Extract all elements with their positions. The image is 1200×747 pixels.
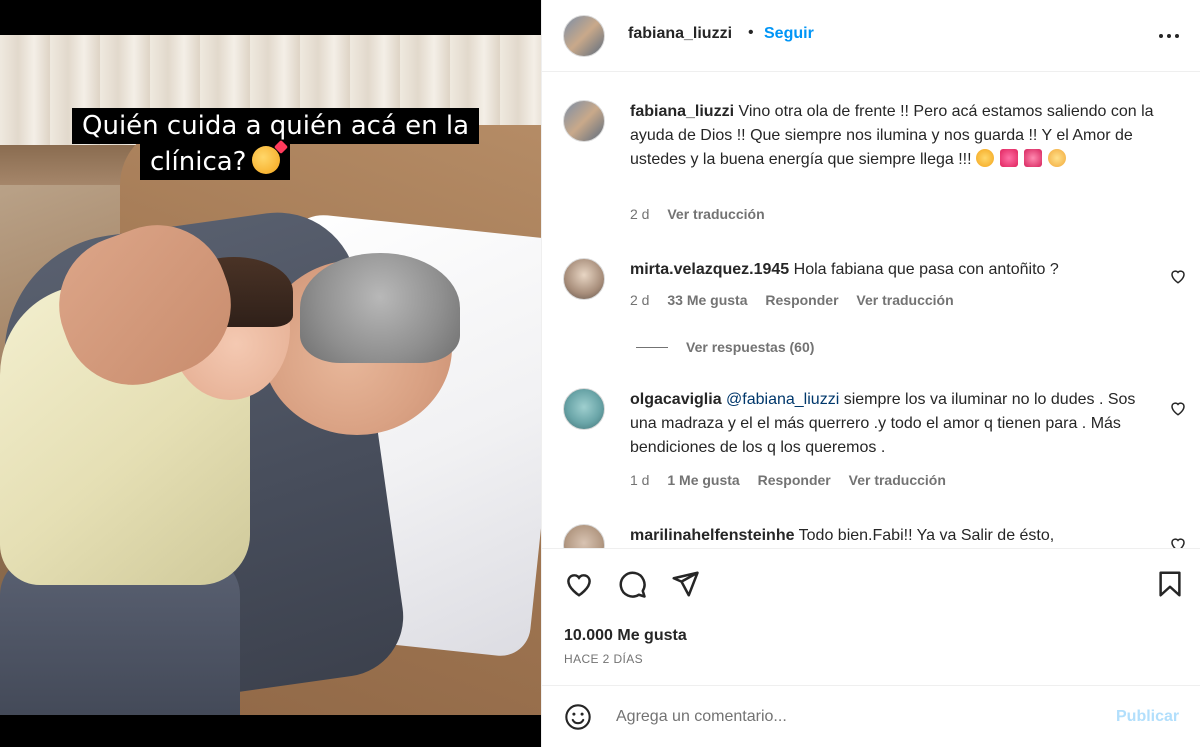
comment-time: 1 d	[630, 472, 650, 488]
post-header: fabiana_liuzzi • Seguir	[542, 0, 1200, 72]
avatar[interactable]	[563, 524, 605, 548]
like-heart-icon[interactable]	[564, 569, 594, 599]
caption-time: 2 d	[630, 206, 650, 222]
more-options-icon[interactable]	[1156, 22, 1182, 48]
comment-username[interactable]: marilinahelfensteinhe	[630, 527, 795, 544]
two-hearts-emoji-icon	[1000, 149, 1019, 167]
comment-meta: 1 d 1 Me gusta Responder Ver traducción	[630, 472, 960, 488]
save-bookmark-icon[interactable]	[1155, 569, 1185, 599]
reply-button[interactable]: Responder	[765, 292, 838, 308]
avatar[interactable]	[563, 15, 605, 57]
reply-button[interactable]: Responder	[758, 472, 831, 488]
comment-bubble-icon[interactable]	[617, 569, 647, 599]
comment-body: Todo bien.Fabi!! Ya va Salir de ésto,	[798, 527, 1055, 544]
comment-time: 2 d	[630, 292, 650, 308]
comment-likes[interactable]: 33 Me gusta	[667, 292, 747, 308]
comment-item: marilinahelfensteinhe Todo bien.Fabi!! Y…	[542, 520, 1200, 548]
comment-body: Hola fabiana que pasa con antoñito ?	[793, 261, 1059, 278]
comment-item: mirta.velazquez.1945 Hola fabiana que pa…	[542, 252, 1200, 362]
comment-username[interactable]: olgacaviglia	[630, 391, 722, 408]
translate-link[interactable]: Ver traducción	[667, 206, 764, 222]
image-caption-overlay: Quién cuida a quién acá en la clínica?	[72, 100, 480, 182]
emoji-smile-icon[interactable]	[564, 703, 592, 731]
like-comment-heart-icon[interactable]	[1169, 399, 1187, 417]
smiling-hearts-emoji-icon	[252, 146, 281, 174]
comment-username[interactable]: mirta.velazquez.1945	[630, 261, 789, 278]
avatar[interactable]	[563, 258, 605, 300]
publish-button[interactable]: Publicar	[1116, 708, 1179, 726]
view-replies-button[interactable]: Ver respuestas (60)	[636, 339, 814, 355]
translate-link[interactable]: Ver traducción	[856, 292, 953, 308]
comment-text: mirta.velazquez.1945 Hola fabiana que pa…	[630, 258, 1155, 282]
image-caption-line1: Quién cuida a quién acá en la	[72, 108, 480, 144]
image-caption-line2: clínica?	[140, 144, 291, 180]
share-send-icon[interactable]	[670, 569, 700, 599]
comment-likes[interactable]: 1 Me gusta	[667, 472, 739, 488]
separator-dot: •	[748, 24, 754, 41]
comment-item: olgacaviglia @fabiana_liuzzi siempre los…	[542, 382, 1200, 502]
likes-count[interactable]: 10.000 Me gusta	[564, 627, 687, 645]
comment-text: marilinahelfensteinhe Todo bien.Fabi!! Y…	[630, 524, 1155, 548]
translate-link[interactable]: Ver traducción	[849, 472, 946, 488]
comment-meta: 2 d 33 Me gusta Responder Ver traducción	[630, 292, 968, 308]
comment-mention[interactable]: @fabiana_liuzzi	[726, 391, 839, 408]
view-replies-label: Ver respuestas (60)	[686, 339, 815, 355]
replies-line	[636, 347, 668, 348]
comment-input[interactable]	[616, 704, 1096, 730]
post-media[interactable]: Quién cuida a quién acá en la clínica?	[0, 0, 541, 747]
comments-list[interactable]: fabiana_liuzzi Vino otra ola de frente !…	[542, 72, 1200, 548]
avatar[interactable]	[563, 100, 605, 142]
like-comment-heart-icon[interactable]	[1169, 535, 1187, 548]
header-username[interactable]: fabiana_liuzzi	[628, 25, 732, 43]
sparkling-heart-emoji-icon	[1024, 149, 1043, 167]
follow-button[interactable]: Seguir	[764, 25, 814, 43]
avatar[interactable]	[563, 388, 605, 430]
add-comment-bar: Publicar	[542, 685, 1200, 747]
post-side-panel: fabiana_liuzzi • Seguir fabiana_liuzzi V…	[541, 0, 1200, 747]
caption-username[interactable]: fabiana_liuzzi	[630, 103, 734, 120]
smiling-hearts-emoji-icon	[976, 149, 995, 167]
image-caption-line2-text: clínica?	[150, 147, 247, 177]
post-caption: fabiana_liuzzi Vino otra ola de frente !…	[542, 72, 1200, 232]
hugging-face-emoji-icon	[1048, 149, 1067, 167]
comment-text: olgacaviglia @fabiana_liuzzi siempre los…	[630, 388, 1155, 460]
like-comment-heart-icon[interactable]	[1169, 267, 1187, 285]
man-hair	[300, 253, 460, 363]
caption-text: fabiana_liuzzi Vino otra ola de frente !…	[630, 100, 1155, 172]
caption-meta: 2 d Ver traducción	[630, 206, 779, 222]
post-date: HACE 2 DÍAS	[564, 652, 644, 666]
post-actions: 10.000 Me gusta HACE 2 DÍAS	[542, 548, 1200, 683]
